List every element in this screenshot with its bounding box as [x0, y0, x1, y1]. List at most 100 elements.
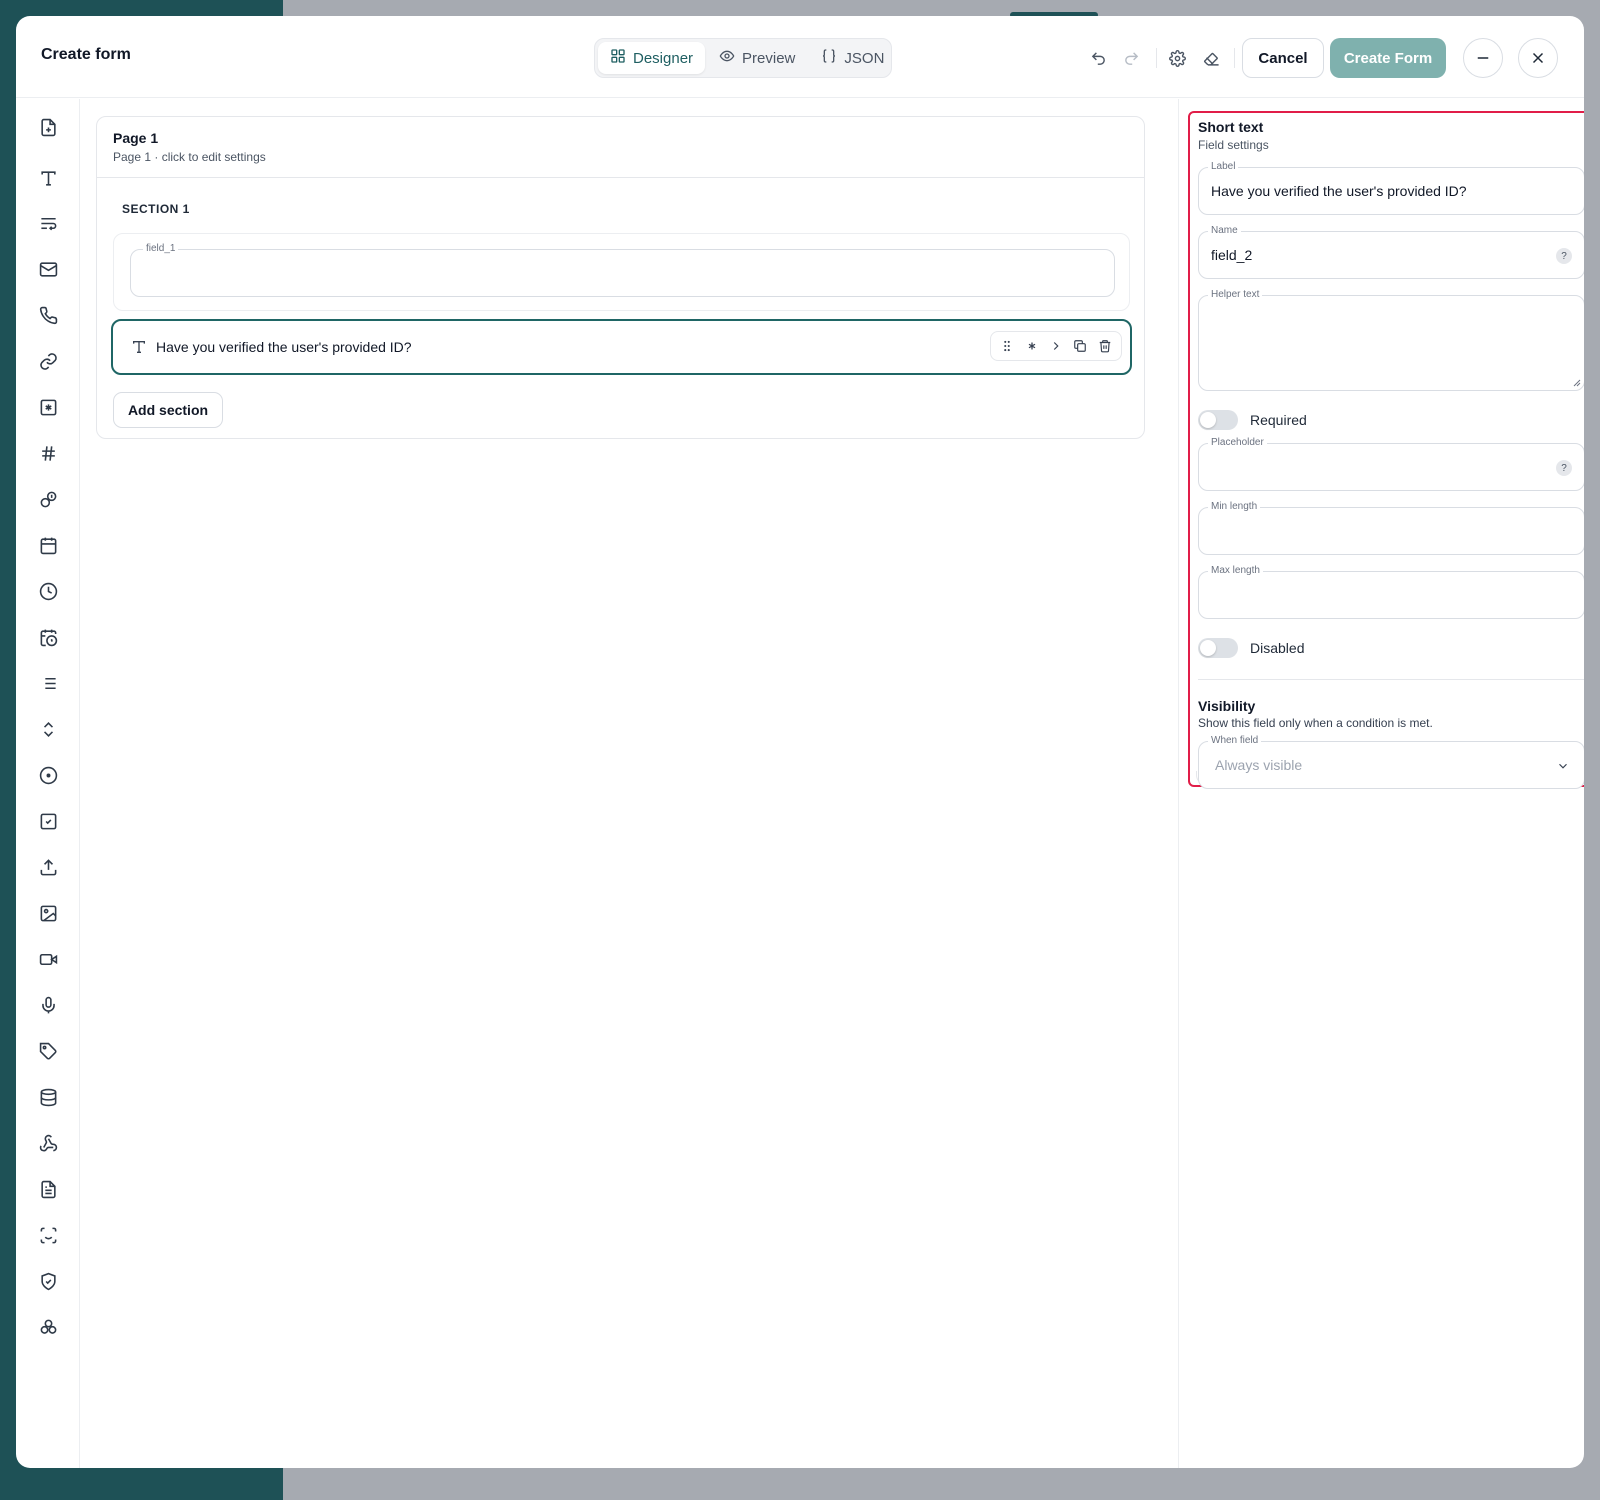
toolbar-divider: [1234, 48, 1235, 68]
helper-text-field[interactable]: Helper text: [1198, 289, 1584, 391]
visibility-title: Visibility: [1198, 698, 1256, 714]
webhook-icon[interactable]: [38, 1133, 58, 1153]
coins-icon[interactable]: [38, 489, 58, 509]
redo-icon[interactable]: [1121, 48, 1141, 68]
chevron-right-icon[interactable]: [1047, 337, 1065, 355]
component-icon[interactable]: [38, 1317, 58, 1337]
hash-icon[interactable]: [38, 443, 58, 463]
trash-icon[interactable]: [1096, 337, 1114, 355]
scan-face-icon[interactable]: [38, 1225, 58, 1245]
max-length-caption: Max length: [1208, 565, 1263, 576]
copy-icon[interactable]: [1071, 337, 1089, 355]
placeholder-field[interactable]: Placeholder ?: [1198, 437, 1584, 491]
chevrons-up-down-icon[interactable]: [38, 719, 58, 739]
mic-icon[interactable]: [38, 995, 58, 1015]
section-label: SECTION 1: [122, 202, 190, 216]
text-icon[interactable]: [38, 168, 58, 188]
tab-preview-label: Preview: [742, 49, 796, 67]
gear-icon[interactable]: [1167, 48, 1187, 68]
page-header[interactable]: Page 1 Page 1 · click to edit settings: [97, 117, 1144, 178]
required-toggle[interactable]: [1198, 410, 1238, 430]
name-field[interactable]: Name field_2 ?: [1198, 225, 1584, 279]
database-icon[interactable]: [38, 1087, 58, 1107]
field-1-input[interactable]: field_1: [130, 243, 1115, 297]
link-icon[interactable]: [38, 351, 58, 371]
drag-handle-icon[interactable]: [998, 337, 1016, 355]
asterisk-square-icon[interactable]: [38, 397, 58, 417]
mail-icon[interactable]: [38, 259, 58, 279]
when-field-select[interactable]: When field Always visible: [1198, 735, 1584, 789]
field-palette: [16, 99, 80, 1468]
disabled-label: Disabled: [1250, 640, 1305, 656]
close-icon: [1529, 49, 1547, 67]
designer-canvas: Page 1 Page 1 · click to edit settings S…: [80, 99, 1178, 1468]
asterisk-icon[interactable]: [1023, 337, 1041, 355]
disabled-row: Disabled: [1198, 638, 1304, 658]
required-label: Required: [1250, 412, 1307, 428]
minimize-button[interactable]: [1463, 38, 1503, 78]
resize-handle-icon[interactable]: [1573, 379, 1581, 387]
field-1-label: field_1: [143, 243, 179, 254]
list-icon[interactable]: [38, 673, 58, 693]
disabled-toggle[interactable]: [1198, 638, 1238, 658]
undo-icon[interactable]: [1088, 48, 1108, 68]
minus-icon: [1474, 49, 1492, 67]
field-card[interactable]: field_1: [113, 233, 1130, 311]
toolbar-divider: [1156, 48, 1157, 68]
phone-icon[interactable]: [38, 305, 58, 325]
wrap-text-icon[interactable]: [38, 213, 58, 233]
file-plus-icon[interactable]: [38, 117, 58, 137]
page-title: Page 1: [113, 130, 159, 146]
placeholder-caption: Placeholder: [1208, 437, 1267, 448]
tab-json[interactable]: JSON: [809, 42, 896, 74]
tag-icon[interactable]: [38, 1041, 58, 1061]
cancel-button[interactable]: Cancel: [1242, 38, 1324, 78]
create-form-button[interactable]: Create Form: [1330, 38, 1446, 78]
radio-icon[interactable]: [38, 765, 58, 785]
panel-title: Short text: [1198, 119, 1264, 135]
help-icon[interactable]: ?: [1556, 460, 1572, 476]
max-length-field[interactable]: Max length: [1198, 565, 1584, 619]
calendar-icon[interactable]: [38, 535, 58, 555]
help-icon[interactable]: ?: [1556, 248, 1572, 264]
panel-divider: [1198, 679, 1584, 680]
selected-field-card[interactable]: Have you verified the user's provided ID…: [111, 319, 1132, 375]
braces-icon: [821, 48, 837, 68]
chevron-down-icon: [1559, 763, 1567, 769]
file-text-icon[interactable]: [38, 1179, 58, 1199]
required-row: Required: [1198, 410, 1307, 430]
text-icon: [131, 339, 147, 355]
eye-icon: [719, 48, 735, 68]
selected-field-label: Have you verified the user's provided ID…: [156, 339, 412, 355]
create-form-modal: Create form Designer Preview JSON Cancel…: [16, 16, 1584, 1468]
video-icon[interactable]: [38, 949, 58, 969]
label-caption: Label: [1208, 161, 1239, 172]
mode-switcher: Designer Preview JSON: [594, 38, 892, 78]
tab-designer-label: Designer: [633, 49, 694, 67]
shield-check-icon[interactable]: [38, 1271, 58, 1291]
name-value: field_2: [1211, 247, 1253, 263]
field-settings-panel: Short text Field settings Label Have you…: [1178, 99, 1584, 1468]
panel-subtitle: Field settings: [1198, 138, 1269, 152]
visibility-description: Show this field only when a condition is…: [1198, 716, 1433, 730]
modal-header: Create form Designer Preview JSON Cancel…: [16, 16, 1584, 98]
clock-icon[interactable]: [38, 581, 58, 601]
page-subtitle: Page 1 · click to edit settings: [113, 150, 266, 164]
tab-preview[interactable]: Preview: [707, 42, 807, 74]
min-length-caption: Min length: [1208, 501, 1261, 512]
label-field[interactable]: Label Have you verified the user's provi…: [1198, 161, 1584, 215]
min-length-field[interactable]: Min length: [1198, 501, 1584, 555]
checkbox-icon[interactable]: [38, 811, 58, 831]
calendar-clock-icon[interactable]: [38, 627, 58, 647]
eraser-icon[interactable]: [1201, 48, 1221, 68]
field-toolbar: [990, 331, 1122, 361]
upload-icon[interactable]: [38, 857, 58, 877]
tab-designer[interactable]: Designer: [598, 42, 706, 74]
name-caption: Name: [1208, 225, 1241, 236]
when-field-caption: When field: [1208, 735, 1262, 746]
add-section-button[interactable]: Add section: [113, 392, 223, 428]
modal-title: Create form: [41, 46, 131, 63]
close-button[interactable]: [1518, 38, 1558, 78]
image-icon[interactable]: [38, 903, 58, 923]
page-card[interactable]: Page 1 Page 1 · click to edit settings S…: [96, 116, 1145, 439]
